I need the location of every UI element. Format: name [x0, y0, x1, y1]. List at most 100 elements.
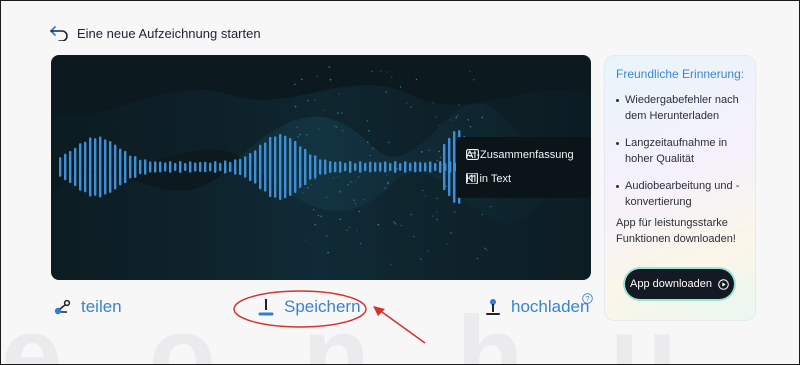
reminder-item: Langzeitaufnahme in hoher Qualität: [615, 135, 749, 167]
waveform-bar: [119, 149, 121, 186]
annotation-arrow: [369, 301, 429, 346]
particle-dot: [314, 99, 316, 101]
particle-dot: [354, 203, 356, 205]
waveform-bar: [269, 137, 271, 197]
particle-dot: [336, 126, 338, 128]
waveform-bar: [234, 159, 236, 174]
ai-to-text-option[interactable]: KI in Text: [466, 173, 511, 185]
waveform-panel: AI-Zusammenfassung KI in Text: [51, 55, 591, 280]
particle-dot: [410, 106, 412, 108]
particle-dot: [425, 195, 427, 197]
particle-dot: [421, 151, 423, 153]
back-arrow-icon: [49, 25, 69, 41]
back-link[interactable]: Eine neue Aufzeichnung starten: [49, 25, 261, 41]
upload-button[interactable]: hochladen: [483, 297, 589, 317]
particle-dot: [468, 119, 470, 121]
waveform-bar: [284, 136, 286, 199]
particle-dot: [469, 71, 471, 73]
particle-dot: [440, 157, 442, 159]
particle-dot: [368, 130, 370, 132]
ai-summary-option[interactable]: AI-Zusammenfassung: [466, 149, 574, 161]
particle-dot: [359, 211, 361, 213]
particle-dot: [360, 243, 362, 245]
waveform-bar: [194, 162, 196, 171]
waveform-bar: [89, 137, 91, 196]
particle-dot: [307, 100, 309, 102]
waveform-bar: [414, 162, 416, 173]
waveform-bar: [64, 154, 66, 181]
waveform-bar: [214, 161, 216, 173]
waveform-bar: [129, 155, 131, 178]
particle-dot: [386, 91, 388, 93]
particle-dot: [432, 215, 434, 217]
waveform-bar: [169, 161, 171, 173]
waveform-bar: [184, 163, 186, 171]
waveform-bar: [364, 163, 366, 172]
upload-icon: [483, 297, 503, 317]
text-icon: [466, 173, 479, 184]
waveform-bar: [429, 161, 431, 172]
particle-dot: [482, 214, 484, 216]
particle-dot: [338, 93, 340, 95]
particle-dot: [454, 211, 456, 213]
particle-dot: [354, 181, 356, 183]
particle-dot: [435, 116, 437, 118]
particle-dot: [413, 236, 415, 238]
waveform-bar: [329, 161, 331, 173]
particle-dot: [410, 214, 412, 216]
play-circle-icon: [718, 279, 729, 290]
waveform-bar: [219, 163, 221, 172]
particle-dot: [340, 218, 342, 220]
particle-dot: [307, 187, 309, 189]
share-icon: [53, 297, 73, 317]
waveform-bar: [99, 136, 101, 197]
share-button[interactable]: teilen: [53, 297, 122, 317]
particle-dot: [313, 209, 315, 211]
particle-dot: [385, 187, 387, 189]
help-icon[interactable]: ?: [582, 293, 593, 304]
particle-dot: [340, 191, 342, 193]
waveform-bar: [109, 141, 111, 193]
particle-dot: [297, 136, 299, 138]
particle-dot: [364, 199, 366, 201]
particle-dot: [326, 235, 328, 237]
waveform-bar: [434, 163, 436, 171]
particle-dot: [369, 155, 371, 157]
particle-dot: [386, 71, 388, 73]
waveform-bar: [384, 161, 386, 172]
particle-dot: [400, 86, 402, 88]
particle-dot: [386, 174, 388, 176]
waveform-bar: [204, 162, 206, 173]
particle-dot: [388, 171, 390, 173]
waveform-bar: [229, 162, 231, 173]
waveform-bar: [369, 162, 371, 173]
waveform-bar: [344, 163, 346, 172]
particle-dot: [350, 181, 352, 183]
particle-dot: [427, 250, 429, 252]
particle-dot: [346, 230, 348, 232]
particle-dot: [299, 134, 301, 136]
particle-dot: [390, 264, 392, 266]
particle-dot: [446, 244, 448, 246]
particle-dot: [378, 224, 380, 226]
upload-label: hochladen: [511, 297, 589, 317]
app-download-button[interactable]: App downloaden: [625, 269, 734, 299]
particle-dot: [330, 79, 332, 81]
waveform-bar: [124, 151, 126, 183]
particle-dot: [490, 206, 492, 208]
ai-summary-label: AI-Zusammenfassung: [466, 149, 574, 161]
particle-dot: [401, 225, 403, 227]
particle-dot: [393, 221, 395, 223]
waveform-bar: [314, 155, 316, 178]
waveform-bar: [394, 161, 396, 173]
waveform-bar: [79, 143, 81, 191]
waveform-bar: [324, 159, 326, 174]
waveform-bar: [404, 161, 406, 173]
waveform-bar: [299, 146, 301, 188]
waveform-bar: [189, 161, 191, 172]
particle-dot: [299, 171, 301, 173]
particle-dot: [317, 76, 319, 78]
particle-dot: [484, 248, 486, 250]
particle-dot: [337, 112, 339, 114]
particle-dot: [422, 190, 424, 192]
